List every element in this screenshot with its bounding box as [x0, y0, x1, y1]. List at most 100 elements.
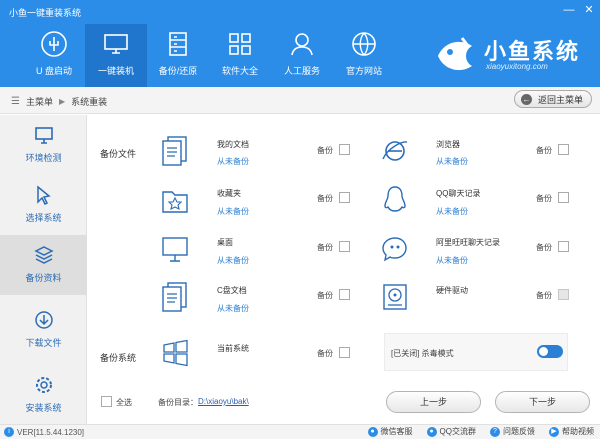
brand-logo: 小鱼系统 xiaoyuxitong.com — [432, 30, 592, 78]
backup-label: 备份 — [317, 349, 333, 358]
browser-icon — [382, 141, 408, 161]
nav-software[interactable]: 软件大全 — [209, 24, 271, 87]
backup-checkbox[interactable] — [339, 289, 350, 300]
backup-label: 备份 — [536, 194, 552, 203]
sidebar-item-backup-data[interactable]: 备份资料 — [0, 235, 87, 295]
sidebar-item-label: 安装系统 — [25, 403, 62, 413]
back-to-main-button[interactable]: ← 返回主菜单 — [514, 90, 592, 108]
sidebar-item-label: 环境检测 — [25, 153, 62, 163]
backup-label: 备份 — [317, 291, 333, 300]
sidebar: 环境检测 选择系统 备份资料 下载文件 安装系统 — [0, 115, 87, 424]
backup-checkbox[interactable] — [339, 241, 350, 252]
wechat-icon: ● — [367, 426, 378, 437]
item-status: 从未备份 — [436, 157, 468, 166]
chevron-right-icon: ▶ — [58, 97, 66, 106]
section-backup-files: 备份文件 — [100, 149, 137, 159]
select-all-checkbox[interactable] — [101, 396, 112, 407]
next-step-button[interactable]: 下一步 — [495, 391, 590, 413]
toggle-knob — [539, 347, 548, 356]
backup-checkbox[interactable] — [558, 144, 569, 155]
globe-icon — [352, 32, 376, 56]
item-name: QQ聊天记录 — [436, 189, 481, 198]
footer-link-label: 微信客服 — [380, 427, 413, 436]
version-label: VER[11.5.44.1230] — [17, 427, 85, 437]
item-name: C盘文档 — [217, 286, 247, 295]
backup-label: 备份 — [317, 194, 333, 203]
item-name: 阿里旺旺聊天记录 — [436, 238, 500, 247]
qq-group-link[interactable]: ● QQ交流群 — [426, 426, 476, 437]
backup-checkbox[interactable] — [339, 347, 350, 358]
aliwangwang-icon — [382, 237, 407, 262]
antivirus-toggle[interactable] — [537, 345, 563, 358]
main-content: 备份文件 备份系统 我的文档 从未备份 备份 收藏夹 从未备份 备份 桌面 从未… — [88, 115, 600, 424]
qq-penguin-icon — [384, 186, 406, 212]
nav-one-click-install[interactable]: 一键装机 — [85, 24, 147, 87]
backup-dir-link[interactable]: D:\xiaoyu\bak\ — [198, 397, 249, 406]
item-name: 桌面 — [217, 238, 233, 247]
usb-icon — [41, 31, 67, 57]
help-video-link[interactable]: ▶ 帮助视频 — [549, 426, 594, 437]
item-status: 从未备份 — [436, 207, 468, 216]
layers-icon — [34, 246, 54, 264]
item-status: 从未备份 — [436, 256, 468, 265]
brand-url: xiaoyuxitong.com — [486, 62, 548, 71]
backup-label: 备份 — [536, 243, 552, 252]
sidebar-item-download[interactable]: 下载文件 — [0, 300, 87, 360]
footer-link-label: 帮助视频 — [562, 427, 594, 436]
monitor-check-icon — [35, 127, 53, 144]
wechat-support-link[interactable]: ● 微信客服 — [367, 426, 413, 437]
fish-logo-icon — [438, 37, 472, 71]
item-name: 当前系统 — [217, 344, 249, 353]
nav-label: U 盘启动 — [35, 66, 72, 76]
cursor-icon — [37, 185, 51, 205]
prev-step-button[interactable]: 上一步 — [386, 391, 481, 413]
title-bar: 小鱼一键重装系统 — ✕ — [0, 0, 600, 24]
item-name: 收藏夹 — [217, 189, 241, 198]
sidebar-item-label: 备份资料 — [25, 273, 62, 283]
minimize-icon[interactable]: — — [562, 3, 576, 17]
close-icon[interactable]: ✕ — [582, 3, 596, 17]
sidebar-item-label: 选择系统 — [25, 213, 62, 223]
top-nav: U 盘启动 一键装机 备份/还原 软件大全 人工服务 官方网站 — [23, 24, 395, 87]
nav-official-site[interactable]: 官方网站 — [333, 24, 395, 87]
backup-checkbox[interactable] — [339, 144, 350, 155]
item-status: 从未备份 — [217, 304, 249, 313]
item-name: 我的文档 — [217, 140, 249, 149]
item-name: 浏览器 — [436, 140, 460, 149]
backup-label: 备份 — [536, 146, 552, 155]
breadcrumb-home[interactable]: 主菜单 — [26, 95, 53, 108]
monitor-icon — [104, 34, 128, 54]
sidebar-item-select-system[interactable]: 选择系统 — [0, 175, 87, 235]
info-icon: i — [4, 427, 14, 437]
item-status: 从未备份 — [217, 157, 249, 166]
footer-link-label: QQ交流群 — [439, 427, 476, 436]
nav-usb-boot[interactable]: U 盘启动 — [23, 24, 85, 87]
version-info: i VER[11.5.44.1230] — [4, 427, 84, 437]
feedback-icon: ? — [490, 426, 500, 437]
antivirus-mode-label: [已关闭] 杀毒模式 — [391, 349, 454, 358]
nav-manual-service[interactable]: 人工服务 — [271, 24, 333, 87]
settings-icon — [36, 377, 52, 393]
section-backup-system: 备份系统 — [100, 353, 137, 363]
window-title: 小鱼一键重装系统 — [9, 8, 82, 18]
breadcrumb: ☰ 主菜单 ▶ 系统重装 — [11, 95, 107, 108]
sidebar-item-install[interactable]: 安装系统 — [0, 365, 87, 425]
desktop-icon — [162, 237, 188, 262]
menu-icon: ☰ — [11, 96, 20, 107]
backup-checkbox[interactable] — [558, 241, 569, 252]
favorites-folder-icon — [162, 191, 188, 213]
item-status: 从未备份 — [217, 207, 249, 216]
backup-label: 备份 — [317, 243, 333, 252]
antivirus-panel: [已关闭] 杀毒模式 — [384, 333, 568, 371]
feedback-link[interactable]: ? 问题反馈 — [490, 426, 535, 437]
backup-dir-label: 备份目录： — [158, 398, 198, 407]
qq-icon: ● — [426, 426, 437, 437]
nav-label: 一键装机 — [97, 66, 134, 76]
c-drive-document-icon — [162, 282, 187, 312]
backup-checkbox[interactable] — [558, 192, 569, 203]
sidebar-item-env-check[interactable]: 环境检测 — [0, 115, 87, 175]
breadcrumb-bar: ☰ 主菜单 ▶ 系统重装 — [0, 87, 600, 114]
backup-checkbox[interactable] — [339, 192, 350, 203]
item-status: 从未备份 — [217, 256, 249, 265]
nav-backup-restore[interactable]: 备份/还原 — [147, 24, 209, 87]
